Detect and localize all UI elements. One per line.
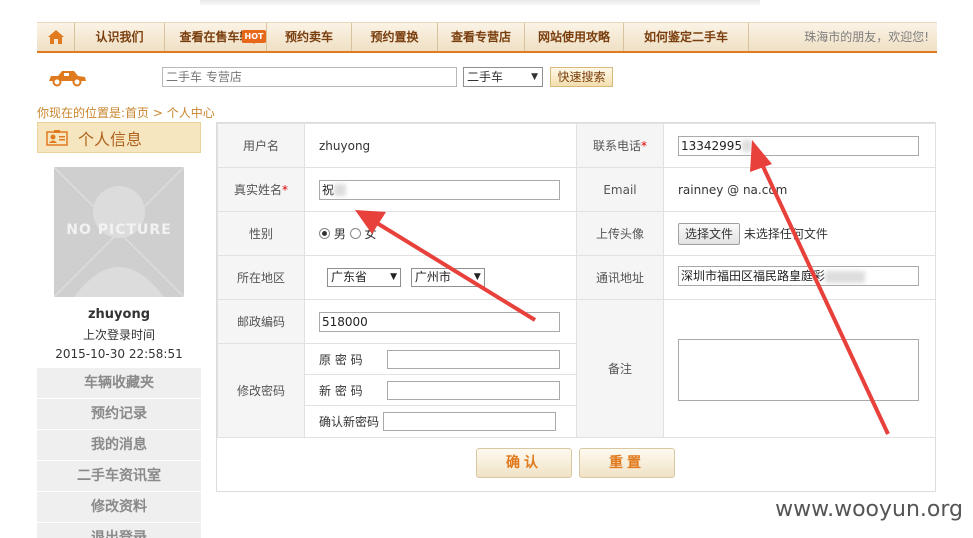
home-button[interactable]	[37, 23, 75, 51]
confirm-button[interactable]: 确认	[476, 448, 572, 478]
car-icon	[49, 71, 86, 87]
sidebar-header: 个人信息	[37, 122, 201, 153]
last-login-label: 上次登录时间	[82, 328, 155, 342]
email-label: Email	[576, 167, 664, 212]
confirm-password-row: 确认新密码	[305, 406, 576, 437]
search-input[interactable]: 二手车 专营店	[162, 67, 457, 87]
old-password-row: 原 密 码	[305, 344, 576, 375]
realname-label: 真实姓名*	[217, 167, 305, 212]
confirm-password-label: 确认新密码	[319, 415, 380, 429]
gender-male-label: 男	[333, 227, 346, 241]
old-password-label: 原 密 码	[319, 352, 363, 367]
search-category-value: 二手车	[467, 70, 504, 84]
new-password-label: 新 密 码	[319, 383, 363, 398]
new-password-field[interactable]	[387, 380, 560, 400]
nav-item-about[interactable]: 认识我们	[75, 23, 165, 51]
username-label: 用户名	[217, 123, 305, 168]
sidebar-item-edit-profile[interactable]: 修改资料	[37, 492, 201, 523]
sidebar: 个人信息 NO PICTURE zhuyong 上次登录时间 2015-10-3…	[37, 122, 201, 538]
email-value: rainney @ na.com	[663, 167, 936, 212]
watermark: www.wooyun.org	[775, 497, 963, 522]
nav-item-book-exchange[interactable]: 预约置换	[352, 23, 438, 51]
old-password-field[interactable]	[387, 349, 560, 369]
sidebar-item-logout[interactable]: 退出登录	[37, 523, 201, 538]
city-select[interactable]: 广州市 ▼	[410, 268, 485, 287]
sidebar-item-news[interactable]: 二手车资讯室	[37, 461, 201, 492]
address-field[interactable]: 深圳市福田区福民路皇庭彩	[678, 266, 919, 286]
nav-item-dealers[interactable]: 查看专营店	[438, 23, 525, 51]
search-category-select[interactable]: 二手车 ▼	[463, 67, 543, 87]
gender-male-radio[interactable]	[319, 228, 330, 239]
gender-label: 性别	[217, 211, 305, 256]
id-card-icon	[46, 129, 68, 146]
profile-form: 用户名 zhuyong 联系电话* 13342995 真实姓名* 祝 Email…	[216, 122, 936, 492]
greeting-text: 珠海市的朋友，欢迎您!	[804, 30, 929, 44]
hot-badge: HOT	[242, 30, 266, 44]
sidebar-item-appointments[interactable]: 预约记录	[37, 399, 201, 430]
no-picture-label: NO PICTURE	[66, 222, 172, 238]
zipcode-label: 邮政编码	[217, 299, 305, 344]
username-value: zhuyong	[304, 123, 577, 168]
sidebar-item-messages[interactable]: 我的消息	[37, 430, 201, 461]
search-bar: 二手车 专营店 二手车 ▼ 快速搜索	[37, 66, 937, 90]
nav-item-guide[interactable]: 网站使用攻略	[525, 23, 624, 51]
remark-textarea[interactable]	[678, 338, 919, 401]
region-label: 所在地区	[217, 255, 305, 300]
avatar: NO PICTURE	[54, 167, 184, 297]
chevron-down-icon: ▼	[531, 72, 538, 82]
sidebar-username: zhuyong	[87, 307, 151, 322]
confirm-password-field[interactable]	[383, 412, 556, 431]
province-select[interactable]: 广东省 ▼	[327, 268, 401, 287]
sidebar-item-favorites[interactable]: 车辆收藏夹	[37, 368, 201, 399]
phone-field[interactable]: 13342995	[678, 135, 919, 156]
gender-female-radio[interactable]	[349, 228, 361, 239]
gender-female-label: 女	[364, 227, 377, 241]
sidebar-menu: 车辆收藏夹 预约记录 我的消息 二手车资讯室 修改资料 退出登录	[37, 368, 201, 538]
address-label: 通讯地址	[576, 255, 664, 300]
realname-field[interactable]: 祝	[319, 179, 560, 200]
new-password-row: 新 密 码	[305, 375, 576, 406]
nav-item-inspect[interactable]: 如何鉴定二手车	[624, 23, 749, 51]
zipcode-field[interactable]: 518000	[319, 311, 560, 332]
file-status: 未选择任何文件	[743, 226, 828, 241]
chevron-down-icon: ▼	[390, 272, 397, 282]
home-icon	[47, 30, 64, 44]
remark-label: 备注	[576, 299, 664, 438]
top-banner-strip	[200, 0, 760, 5]
sidebar-title: 个人信息	[78, 129, 143, 149]
choose-file-button[interactable]: 选择文件	[678, 222, 741, 245]
breadcrumb: 你现在的位置是:首页 > 个人中心	[37, 106, 215, 120]
nav-item-book-sell[interactable]: 预约卖车	[267, 23, 352, 51]
quick-search-button[interactable]: 快速搜索	[550, 67, 613, 87]
reset-button[interactable]: 重置	[579, 448, 675, 478]
chevron-down-icon: ▼	[473, 272, 481, 282]
last-login-time: 2015-10-30 22:58:51	[55, 347, 183, 361]
page: 认识我们 查看在售车辆 预约卖车 预约置换 查看专营店 网站使用攻略 如何鉴定二…	[0, 0, 973, 538]
main-nav: 认识我们 查看在售车辆 预约卖车 预约置换 查看专营店 网站使用攻略 如何鉴定二…	[37, 22, 937, 53]
avatar-upload-label: 上传头像	[576, 211, 664, 256]
password-label: 修改密码	[217, 343, 305, 438]
phone-label: 联系电话*	[576, 123, 664, 168]
